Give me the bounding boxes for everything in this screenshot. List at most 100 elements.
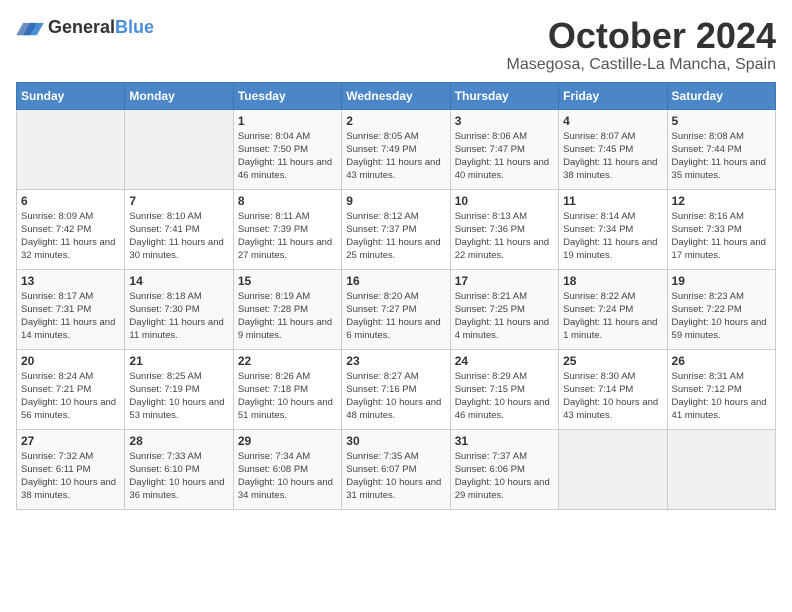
calendar-cell: 18 Sunrise: 8:22 AM Sunset: 7:24 PM Dayli… [559, 269, 667, 349]
day-number: 7 [129, 194, 228, 208]
day-number: 5 [672, 114, 771, 128]
day-number: 3 [455, 114, 554, 128]
day-number: 21 [129, 354, 228, 368]
weekday-header-friday: Friday [559, 82, 667, 109]
day-info: Sunrise: 8:14 AM Sunset: 7:34 PM Dayligh… [563, 210, 662, 263]
calendar-cell: 24 Sunrise: 8:29 AM Sunset: 7:15 PM Dayli… [450, 349, 558, 429]
day-number: 11 [563, 194, 662, 208]
calendar-cell: 16 Sunrise: 8:20 AM Sunset: 7:27 PM Dayli… [342, 269, 450, 349]
calendar-cell: 23Sunrise: 8:27 AM Sunset: 7:16 PM Dayli… [342, 349, 450, 429]
day-number: 14 [129, 274, 228, 288]
calendar-cell [667, 429, 775, 509]
calendar-cell: 2Sunrise: 8:05 AM Sunset: 7:49 PM Daylig… [342, 109, 450, 189]
day-number: 1 [238, 114, 337, 128]
day-number: 19 [672, 274, 771, 288]
weekday-header-sunday: Sunday [17, 82, 125, 109]
calendar-cell: 29 Sunrise: 7:34 AM Sunset: 6:08 PM Dayli… [233, 429, 341, 509]
day-info: Sunrise: 8:12 AM Sunset: 7:37 PM Dayligh… [346, 210, 445, 263]
calendar-cell: 3 Sunrise: 8:06 AM Sunset: 7:47 PM Daylig… [450, 109, 558, 189]
calendar-cell: 28 Sunrise: 7:33 AM Sunset: 6:10 PM Dayli… [125, 429, 233, 509]
day-info: Sunrise: 8:23 AM Sunset: 7:22 PM Dayligh… [672, 290, 771, 343]
calendar-week-row: 13Sunrise: 8:17 AM Sunset: 7:31 PM Dayli… [17, 269, 776, 349]
day-info: Sunrise: 8:27 AM Sunset: 7:16 PM Dayligh… [346, 370, 445, 423]
weekday-header-monday: Monday [125, 82, 233, 109]
calendar-cell: 27Sunrise: 7:32 AM Sunset: 6:11 PM Dayli… [17, 429, 125, 509]
calendar-cell: 14 Sunrise: 8:18 AM Sunset: 7:30 PM Dayli… [125, 269, 233, 349]
calendar-cell: 7 Sunrise: 8:10 AM Sunset: 7:41 PM Daylig… [125, 189, 233, 269]
day-number: 2 [346, 114, 445, 128]
day-number: 24 [455, 354, 554, 368]
calendar-cell: 12 Sunrise: 8:16 AM Sunset: 7:33 PM Dayli… [667, 189, 775, 269]
weekday-header-row: SundayMondayTuesdayWednesdayThursdayFrid… [17, 82, 776, 109]
day-info: Sunrise: 7:33 AM Sunset: 6:10 PM Dayligh… [129, 450, 228, 503]
logo-general: General [48, 17, 115, 37]
day-number: 28 [129, 434, 228, 448]
day-info: Sunrise: 8:20 AM Sunset: 7:27 PM Dayligh… [346, 290, 445, 343]
day-number: 25 [563, 354, 662, 368]
day-number: 4 [563, 114, 662, 128]
location-subtitle: Masegosa, Castille-La Mancha, Spain [507, 56, 776, 74]
day-info: Sunrise: 8:16 AM Sunset: 7:33 PM Dayligh… [672, 210, 771, 263]
calendar-cell: 15Sunrise: 8:19 AM Sunset: 7:28 PM Dayli… [233, 269, 341, 349]
calendar-cell: 17 Sunrise: 8:21 AM Sunset: 7:25 PM Dayli… [450, 269, 558, 349]
day-info: Sunrise: 8:18 AM Sunset: 7:30 PM Dayligh… [129, 290, 228, 343]
day-number: 26 [672, 354, 771, 368]
logo-blue: Blue [115, 17, 154, 37]
day-info: Sunrise: 8:30 AM Sunset: 7:14 PM Dayligh… [563, 370, 662, 423]
day-info: Sunrise: 8:13 AM Sunset: 7:36 PM Dayligh… [455, 210, 554, 263]
day-info: Sunrise: 8:10 AM Sunset: 7:41 PM Dayligh… [129, 210, 228, 263]
day-info: Sunrise: 8:07 AM Sunset: 7:45 PM Dayligh… [563, 130, 662, 183]
day-number: 18 [563, 274, 662, 288]
day-number: 30 [346, 434, 445, 448]
day-info: Sunrise: 8:24 AM Sunset: 7:21 PM Dayligh… [21, 370, 120, 423]
page-header: GeneralBlue October 2024 Masegosa, Casti… [16, 16, 776, 74]
day-info: Sunrise: 7:32 AM Sunset: 6:11 PM Dayligh… [21, 450, 120, 503]
day-number: 12 [672, 194, 771, 208]
day-info: Sunrise: 8:22 AM Sunset: 7:24 PM Dayligh… [563, 290, 662, 343]
day-number: 10 [455, 194, 554, 208]
calendar-cell: 9 Sunrise: 8:12 AM Sunset: 7:37 PM Daylig… [342, 189, 450, 269]
calendar-cell: 1Sunrise: 8:04 AM Sunset: 7:50 PM Daylig… [233, 109, 341, 189]
calendar-week-row: 6Sunrise: 8:09 AM Sunset: 7:42 PM Daylig… [17, 189, 776, 269]
day-info: Sunrise: 7:34 AM Sunset: 6:08 PM Dayligh… [238, 450, 337, 503]
calendar-cell: 20 Sunrise: 8:24 AM Sunset: 7:21 PM Dayli… [17, 349, 125, 429]
day-number: 20 [21, 354, 120, 368]
calendar-cell: 10 Sunrise: 8:13 AM Sunset: 7:36 PM Dayli… [450, 189, 558, 269]
weekday-header-saturday: Saturday [667, 82, 775, 109]
weekday-header-thursday: Thursday [450, 82, 558, 109]
calendar-cell: 25 Sunrise: 8:30 AM Sunset: 7:14 PM Dayli… [559, 349, 667, 429]
calendar-cell [125, 109, 233, 189]
title-block: October 2024 Masegosa, Castille-La Manch… [507, 16, 776, 74]
calendar-cell [559, 429, 667, 509]
day-info: Sunrise: 8:17 AM Sunset: 7:31 PM Dayligh… [21, 290, 120, 343]
day-info: Sunrise: 8:21 AM Sunset: 7:25 PM Dayligh… [455, 290, 554, 343]
day-info: Sunrise: 8:06 AM Sunset: 7:47 PM Dayligh… [455, 130, 554, 183]
day-info: Sunrise: 8:25 AM Sunset: 7:19 PM Dayligh… [129, 370, 228, 423]
calendar-week-row: 20 Sunrise: 8:24 AM Sunset: 7:21 PM Dayli… [17, 349, 776, 429]
calendar-cell: 21 Sunrise: 8:25 AM Sunset: 7:19 PM Dayli… [125, 349, 233, 429]
calendar-cell: 26 Sunrise: 8:31 AM Sunset: 7:12 PM Dayli… [667, 349, 775, 429]
weekday-header-tuesday: Tuesday [233, 82, 341, 109]
day-number: 17 [455, 274, 554, 288]
day-info: Sunrise: 8:09 AM Sunset: 7:42 PM Dayligh… [21, 210, 120, 263]
day-number: 16 [346, 274, 445, 288]
day-info: Sunrise: 8:29 AM Sunset: 7:15 PM Dayligh… [455, 370, 554, 423]
calendar-table: SundayMondayTuesdayWednesdayThursdayFrid… [16, 82, 776, 510]
day-info: Sunrise: 8:08 AM Sunset: 7:44 PM Dayligh… [672, 130, 771, 183]
weekday-header-wednesday: Wednesday [342, 82, 450, 109]
calendar-cell: 19 Sunrise: 8:23 AM Sunset: 7:22 PM Dayli… [667, 269, 775, 349]
day-number: 22 [238, 354, 337, 368]
calendar-cell [17, 109, 125, 189]
day-info: Sunrise: 8:31 AM Sunset: 7:12 PM Dayligh… [672, 370, 771, 423]
day-info: Sunrise: 8:11 AM Sunset: 7:39 PM Dayligh… [238, 210, 337, 263]
day-number: 15 [238, 274, 337, 288]
month-title: October 2024 [507, 16, 776, 56]
calendar-week-row: 27Sunrise: 7:32 AM Sunset: 6:11 PM Dayli… [17, 429, 776, 509]
calendar-cell: 13Sunrise: 8:17 AM Sunset: 7:31 PM Dayli… [17, 269, 125, 349]
day-number: 8 [238, 194, 337, 208]
calendar-cell: 8 Sunrise: 8:11 AM Sunset: 7:39 PM Daylig… [233, 189, 341, 269]
day-number: 9 [346, 194, 445, 208]
calendar-cell: 22Sunrise: 8:26 AM Sunset: 7:18 PM Dayli… [233, 349, 341, 429]
calendar-cell: 4 Sunrise: 8:07 AM Sunset: 7:45 PM Daylig… [559, 109, 667, 189]
day-number: 29 [238, 434, 337, 448]
